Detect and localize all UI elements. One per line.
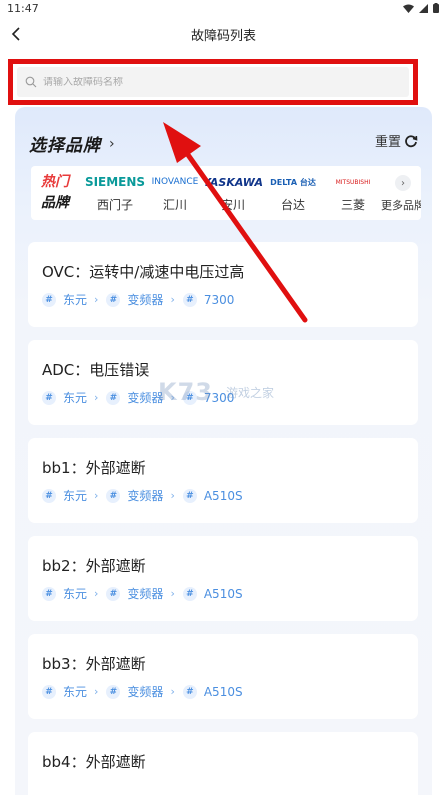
brand-select-header[interactable]: 选择品牌 › — [29, 131, 115, 157]
more-brands-button[interactable]: › 更多品牌 — [377, 172, 421, 213]
hash-icon: # — [42, 488, 56, 503]
fault-title: bb1：外部遮断 — [42, 459, 146, 477]
search-icon — [25, 76, 37, 88]
main-panel: 选择品牌 › 重置 热门 品牌 SIEMENS 西门子 INOVANCE 汇川 … — [15, 107, 432, 795]
tag-model: A510S — [203, 684, 243, 699]
brand-item-yaskawa[interactable]: YASKAWA 安川 — [203, 172, 263, 213]
page-title: 故障码列表 — [190, 29, 256, 44]
brand-logo-yaskawa: YASKAWA — [202, 175, 264, 189]
fault-tags: # 东元 › # 变频器 › # A510S — [42, 683, 243, 700]
hash-icon: # — [182, 488, 197, 503]
tag-brand: 东元 — [63, 685, 88, 699]
hash-icon: # — [182, 292, 197, 307]
tag-category: 变频器 — [127, 587, 164, 601]
chevron-right-icon: › — [94, 587, 99, 600]
brand-name: 西门子 — [96, 198, 133, 212]
fault-card[interactable]: bb1：外部遮断 # 东元 › # 变频器 › # A510S — [28, 438, 418, 523]
chevron-right-icon: › — [170, 685, 175, 698]
chevron-right-icon: › — [94, 685, 99, 698]
status-icons — [403, 3, 439, 13]
hash-icon: # — [42, 586, 56, 601]
chevron-right-icon: › — [94, 391, 99, 404]
status-time: 11:47 — [7, 2, 39, 15]
tag-category: 变频器 — [127, 391, 164, 405]
fault-tags: # 东元 › # 变频器 › # A510S — [42, 585, 243, 602]
tag-model: A510S — [203, 586, 243, 601]
battery-icon — [433, 3, 439, 13]
hash-icon: # — [106, 684, 121, 699]
tag-brand: 东元 — [63, 489, 88, 503]
fault-title: ADC：电压错误 — [42, 361, 150, 379]
brand-name: 安川 — [220, 198, 245, 212]
nav-bar: 故障码列表 — [0, 20, 447, 48]
hash-icon: # — [182, 586, 197, 601]
fault-tags: # 东元 › # 变频器 › # A510S — [42, 487, 243, 504]
fault-tags: # 东元 › # 变频器 › #7300 — [42, 291, 234, 308]
brand-logo-delta: DELTA 台达 — [270, 177, 316, 187]
brand-item-inovance[interactable]: INOVANCE 汇川 — [145, 172, 205, 213]
chevron-right-icon: › — [170, 391, 175, 404]
signal-icon — [419, 3, 428, 13]
fault-card[interactable]: OVC：运转中/减速中电压过高 # 东元 › # 变频器 › #7300 — [28, 242, 418, 327]
fault-card[interactable]: ADC：电压错误 # 东元 › # 变频器 › #7300 — [28, 340, 418, 425]
fault-title: bb4：外部遮断 — [42, 753, 146, 771]
brand-item-siemens[interactable]: SIEMENS 西门子 — [85, 172, 145, 213]
wifi-icon — [403, 4, 414, 13]
tag-category: 变频器 — [127, 489, 164, 503]
fault-card[interactable]: bb3：外部遮断 # 东元 › # 变频器 › # A510S — [28, 634, 418, 719]
fault-title: OVC：运转中/减速中电压过高 — [42, 263, 245, 281]
hot-brand-row: 热门 品牌 SIEMENS 西门子 INOVANCE 汇川 YASKAWA 安川… — [31, 166, 421, 220]
search-input[interactable] — [43, 76, 343, 88]
chevron-right-icon: › — [395, 175, 411, 191]
search-bar[interactable] — [17, 67, 409, 97]
tag-category: 变频器 — [127, 685, 164, 699]
hash-icon: # — [106, 488, 121, 503]
hash-icon: # — [106, 586, 121, 601]
chevron-right-icon: › — [170, 587, 175, 600]
hot-label-top: 热门 — [41, 174, 69, 190]
chevron-right-icon: › — [170, 293, 175, 306]
fault-tags: # 东元 › # 变频器 › #7300 — [42, 389, 234, 406]
chevron-right-icon: › — [94, 293, 99, 306]
hash-icon: # — [106, 292, 121, 307]
tag-model: 7300 — [203, 292, 235, 307]
chevron-right-icon: › — [109, 135, 115, 152]
reset-button[interactable]: 重置 — [375, 131, 418, 150]
hash-icon: # — [106, 390, 121, 405]
hash-icon: # — [42, 684, 56, 699]
tag-model: A510S — [203, 488, 243, 503]
tag-category: 变频器 — [127, 293, 164, 307]
hash-icon: # — [42, 292, 56, 307]
brand-select-title: 选择品牌 — [29, 136, 101, 156]
fault-card[interactable]: bb4：外部遮断 — [28, 732, 418, 795]
reset-label: 重置 — [374, 135, 401, 150]
fault-title: bb2：外部遮断 — [42, 557, 146, 575]
refresh-icon — [405, 134, 418, 147]
hot-brand-label: 热门 品牌 — [41, 172, 75, 214]
hash-icon: # — [42, 390, 56, 405]
chevron-right-icon: › — [170, 489, 175, 502]
hash-icon: # — [182, 684, 197, 699]
tag-brand: 东元 — [63, 293, 88, 307]
brand-name: 汇川 — [162, 198, 187, 212]
chevron-right-icon: › — [94, 489, 99, 502]
hash-icon: # — [182, 390, 197, 405]
tag-brand: 东元 — [63, 391, 88, 405]
more-brands-label: 更多品牌 — [381, 199, 421, 212]
tag-model: 7300 — [203, 390, 235, 405]
hot-label-bottom: 品牌 — [41, 195, 69, 211]
brand-item-delta[interactable]: DELTA 台达 台达 — [263, 172, 323, 213]
fault-title: bb3：外部遮断 — [42, 655, 146, 673]
tag-brand: 东元 — [63, 587, 88, 601]
brand-name: 台达 — [280, 198, 305, 212]
fault-card[interactable]: bb2：外部遮断 # 东元 › # 变频器 › # A510S — [28, 536, 418, 621]
search-highlight-frame — [8, 59, 418, 105]
brand-logo-siemens: SIEMENS — [84, 175, 146, 189]
status-bar: 11:47 — [0, 0, 447, 20]
brand-logo-inovance: INOVANCE — [151, 177, 199, 187]
